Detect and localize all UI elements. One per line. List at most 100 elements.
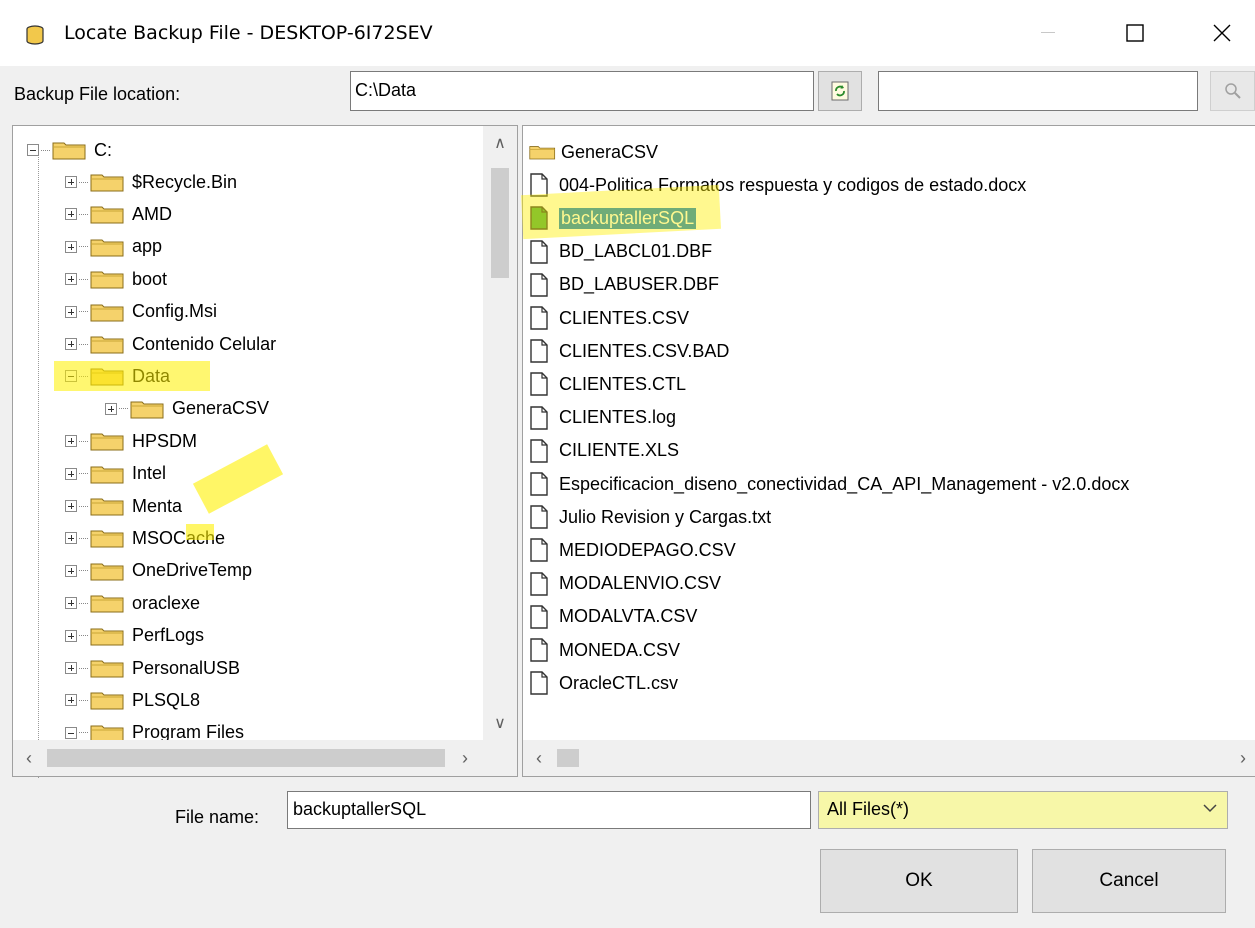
folder-icon bbox=[90, 563, 124, 581]
file-item-label: Especificacion_diseno_conectividad_CA_AP… bbox=[559, 473, 1130, 494]
tree-item[interactable]: PersonalUSB bbox=[65, 652, 240, 684]
expand-icon[interactable] bbox=[65, 176, 77, 188]
tree-item[interactable]: boot bbox=[65, 263, 167, 295]
file-icon bbox=[530, 306, 548, 330]
tree-item[interactable]: HPSDM bbox=[65, 425, 197, 457]
file-icon bbox=[530, 472, 548, 496]
scroll-up-arrow[interactable]: ∧ bbox=[483, 126, 517, 160]
scroll-left-arrow[interactable]: ‹ bbox=[523, 740, 555, 776]
tree-item[interactable]: Contenido Celular bbox=[65, 328, 276, 360]
tree-item[interactable]: PLSQL8 bbox=[65, 684, 200, 716]
tree-item-label: Contenido Celular bbox=[132, 333, 277, 354]
file-list-pane[interactable]: GeneraCSV 004-Politica Formatos respuesta… bbox=[522, 125, 1255, 777]
minimize-button[interactable] bbox=[1020, 0, 1076, 66]
file-item[interactable]: MODALENVIO.CSV bbox=[529, 568, 721, 600]
tree-item[interactable]: app bbox=[65, 231, 162, 263]
expand-icon[interactable] bbox=[65, 629, 77, 642]
file-icon bbox=[530, 372, 548, 397]
expand-icon[interactable] bbox=[105, 402, 117, 415]
scroll-right-arrow[interactable]: › bbox=[449, 740, 481, 776]
collapse-icon bbox=[27, 144, 39, 156]
file-icon bbox=[530, 206, 548, 231]
folder-icon bbox=[90, 271, 124, 289]
expand-icon[interactable] bbox=[65, 564, 77, 577]
tree-item[interactable]: AMD bbox=[65, 198, 172, 230]
collapse-icon[interactable] bbox=[65, 726, 77, 739]
maximize-button[interactable] bbox=[1107, 0, 1163, 66]
expand-icon[interactable] bbox=[65, 273, 77, 286]
expand-icon[interactable] bbox=[65, 500, 77, 512]
expand-icon[interactable] bbox=[65, 435, 77, 448]
file-item[interactable]: backuptallerSQL bbox=[529, 202, 697, 234]
file-item[interactable]: BD_LABUSER.DBF bbox=[529, 269, 719, 301]
expand-icon[interactable] bbox=[65, 662, 77, 674]
tree-item[interactable]: OneDriveTemp bbox=[65, 555, 252, 587]
close-button[interactable] bbox=[1194, 0, 1250, 66]
folder-icon bbox=[529, 146, 556, 160]
folder-tree-pane[interactable]: C: $Recycle.Bin AMD app boot Config.Msi Conte… bbox=[12, 125, 518, 778]
file-item[interactable]: CLIENTES.CTL bbox=[529, 368, 686, 400]
expand-icon[interactable] bbox=[65, 240, 77, 253]
tree-horizontal-scrollbar[interactable]: ‹ › bbox=[13, 740, 517, 776]
tree-item[interactable]: $Recycle.Bin bbox=[65, 166, 237, 198]
tree-item[interactable]: GeneraCSV bbox=[105, 393, 269, 425]
minimize-icon bbox=[1041, 32, 1055, 33]
folder-icon bbox=[90, 368, 124, 386]
file-item-label: OracleCTL.csv bbox=[559, 672, 679, 693]
file-type-select[interactable]: All Files(*) bbox=[818, 791, 1228, 829]
tree-item-root[interactable]: C: bbox=[27, 134, 112, 166]
expand-icon[interactable] bbox=[65, 338, 77, 350]
tree-item[interactable]: oraclexe bbox=[65, 587, 200, 619]
expand-icon[interactable] bbox=[65, 694, 77, 707]
file-item-label: GeneraCSV bbox=[561, 141, 659, 162]
tree-vertical-scrollbar[interactable]: ∧ ∨ bbox=[483, 126, 517, 740]
refresh-button[interactable] bbox=[818, 71, 862, 111]
refresh-icon bbox=[831, 81, 849, 101]
scroll-thumb[interactable] bbox=[47, 749, 445, 767]
scroll-left-arrow[interactable]: ‹ bbox=[13, 740, 45, 776]
file-item[interactable]: 004-Politica Formatos respuesta y codigo… bbox=[529, 169, 1026, 201]
tree-item[interactable]: Intel bbox=[65, 458, 166, 490]
file-item[interactable]: CLIENTES.log bbox=[529, 402, 676, 434]
location-input[interactable]: C:\Data bbox=[350, 71, 814, 111]
ok-button[interactable]: OK bbox=[820, 849, 1018, 913]
file-item[interactable]: MEDIODEPAGO.CSV bbox=[529, 534, 736, 566]
expand-icon[interactable] bbox=[65, 467, 77, 480]
tree-item[interactable]: MSOCache bbox=[65, 522, 225, 554]
scroll-down-arrow[interactable]: ∨ bbox=[483, 706, 517, 740]
tree-item[interactable]: Data bbox=[65, 360, 170, 392]
file-name-input[interactable]: backuptallerSQL bbox=[287, 791, 811, 829]
collapse-icon[interactable] bbox=[65, 370, 77, 383]
file-item[interactable]: OracleCTL.csv bbox=[529, 667, 678, 699]
file-icon bbox=[530, 439, 548, 463]
file-item[interactable]: Julio Revision y Cargas.txt bbox=[529, 501, 771, 533]
file-item[interactable]: CLIENTES.CSV.BAD bbox=[529, 335, 729, 367]
file-item[interactable]: CILIENTE.XLS bbox=[529, 435, 679, 467]
folder-item[interactable]: GeneraCSV bbox=[529, 136, 658, 168]
search-input[interactable] bbox=[878, 71, 1198, 111]
list-horizontal-scrollbar[interactable]: ‹ › bbox=[523, 740, 1255, 776]
expand-icon[interactable] bbox=[65, 597, 77, 610]
scroll-right-arrow[interactable]: › bbox=[1231, 740, 1255, 776]
file-item[interactable]: Especificacion_diseno_conectividad_CA_AP… bbox=[529, 468, 1129, 500]
expand-icon[interactable] bbox=[65, 305, 77, 318]
tree-item[interactable]: Config.Msi bbox=[65, 296, 217, 328]
tree-item-label: AMD bbox=[132, 203, 172, 224]
file-item[interactable]: MODALVTA.CSV bbox=[529, 601, 697, 633]
expand-icon[interactable] bbox=[65, 532, 77, 545]
file-item[interactable]: CLIENTES.CSV bbox=[529, 302, 689, 334]
tree-item[interactable]: PerfLogs bbox=[65, 620, 204, 652]
expand-icon[interactable] bbox=[65, 208, 77, 221]
scroll-thumb[interactable] bbox=[557, 749, 579, 767]
file-icon bbox=[530, 671, 548, 695]
file-item[interactable]: MONEDA.CSV bbox=[529, 634, 680, 666]
cancel-button[interactable]: Cancel bbox=[1032, 849, 1226, 913]
file-item-label: BD_LABUSER.DBF bbox=[559, 274, 720, 295]
location-label: Backup File location: bbox=[14, 84, 181, 104]
file-item-label: Julio Revision y Cargas.txt bbox=[559, 506, 772, 527]
scroll-thumb[interactable] bbox=[491, 168, 509, 278]
folder-icon bbox=[90, 530, 124, 548]
search-button[interactable] bbox=[1210, 71, 1255, 111]
tree-item[interactable]: Menta bbox=[65, 490, 182, 522]
file-item[interactable]: BD_LABCL01.DBF bbox=[529, 236, 712, 268]
